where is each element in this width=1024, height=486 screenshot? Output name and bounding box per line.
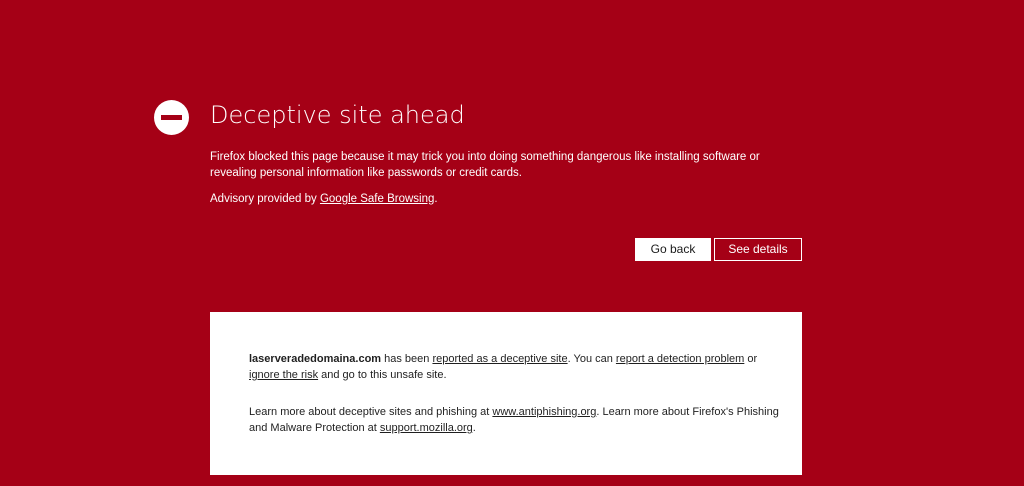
advisory-suffix: . [434,193,438,205]
deceptive-site-warning-page: Deceptive site ahead Firefox blocked thi… [0,0,1024,486]
details-panel: laserveradedomaina.com has been reported… [210,312,802,475]
advisory-prefix: Advisory provided by [210,193,320,205]
blocked-domain: laserveradedomaina.com [249,353,382,365]
details-text: . You can [567,353,616,365]
blocked-icon [154,100,189,135]
go-back-button[interactable]: Go back [635,238,711,261]
details-text: has been [381,353,433,365]
details-report-paragraph: laserveradedomaina.com has been reported… [249,351,779,383]
page-title: Deceptive site ahead [210,101,465,129]
advisory-text: Advisory provided by Google Safe Browsin… [210,192,438,207]
details-text: Learn more about deceptive sites and phi… [249,406,493,418]
details-text: and go to this unsafe site. [318,369,447,381]
ignore-risk-link[interactable]: ignore the risk [249,369,318,381]
report-detection-problem-link[interactable]: report a detection problem [616,353,744,365]
details-text: . [472,422,476,434]
see-details-button[interactable]: See details [714,238,802,261]
warning-description: Firefox blocked this page because it may… [210,151,760,179]
reported-deceptive-link[interactable]: reported as a deceptive site [432,353,567,365]
details-text: or [744,353,758,365]
support-mozilla-link[interactable]: support.mozilla.org [380,422,473,434]
details-learn-more-paragraph: Learn more about deceptive sites and phi… [249,404,779,436]
google-safe-browsing-link[interactable]: Google Safe Browsing [320,193,434,205]
antiphishing-link[interactable]: www.antiphishing.org [492,406,596,418]
